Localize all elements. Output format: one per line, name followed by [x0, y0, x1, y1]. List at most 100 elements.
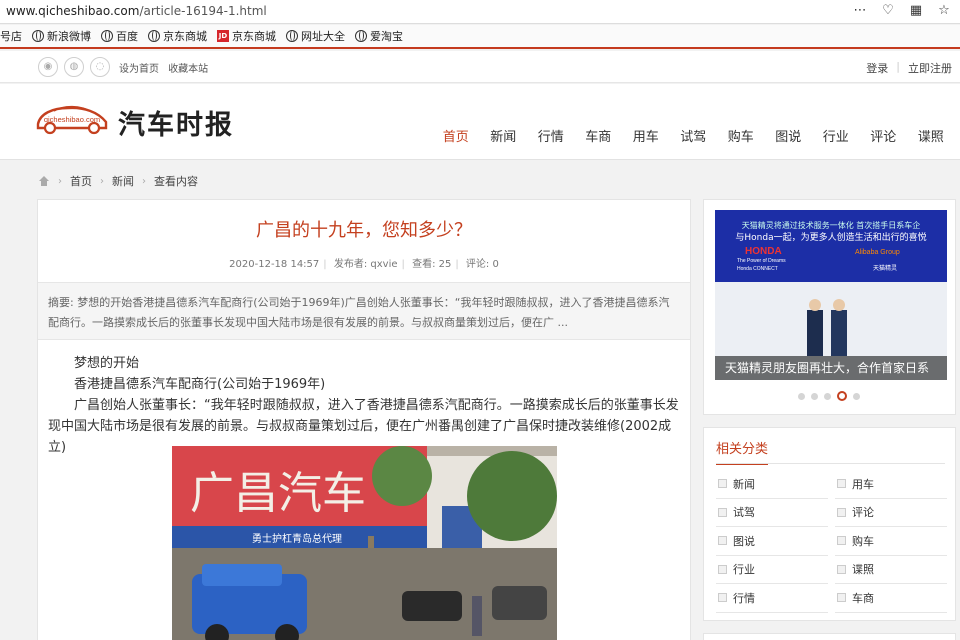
breadcrumb-home[interactable]: 首页	[70, 173, 92, 189]
bookmark-item[interactable]: JD 京东商城	[217, 28, 276, 44]
nav-item-photos[interactable]: 图说	[765, 126, 813, 145]
pocket-icon[interactable]: ♡	[880, 3, 896, 18]
nav-item-car-use[interactable]: 用车	[622, 126, 670, 145]
article-date: 2020-12-18 14:57	[229, 259, 320, 270]
social-links: ◉ ◍ ◌	[38, 57, 110, 77]
carousel-dot[interactable]	[798, 392, 805, 400]
qq-icon[interactable]: ◌	[90, 57, 110, 77]
bullet-icon	[837, 479, 846, 489]
related-categories: 相关分类 新闻 用车 试驾 评论 图说 购车 行业 谍照 行情 车商	[703, 427, 956, 621]
site-logo-text[interactable]: 汽车时报	[118, 103, 234, 142]
carousel-dot[interactable]	[824, 392, 831, 400]
article-comments[interactable]: 评论: 0	[466, 259, 499, 270]
bookmark-item[interactable]: 百度	[101, 28, 138, 44]
divider	[716, 463, 945, 464]
bookmark-item[interactable]: 爱淘宝	[355, 28, 403, 44]
nav-item-home[interactable]: 首页	[432, 126, 480, 145]
article-summary: 摘要: 梦想的开始香港捷昌德系汽车配商行(公司始于1969年)广昌创始人张董事长…	[38, 282, 690, 340]
bullet-icon	[718, 507, 727, 517]
category-item[interactable]: 谍照	[835, 556, 947, 584]
bookmark-item[interactable]: 京东商城	[148, 28, 207, 44]
globe-icon	[355, 30, 367, 42]
bullet-icon	[837, 564, 846, 574]
article-meta: 2020-12-18 14:57 | 发布者: qxvie | 查看: 25 | 评论…	[229, 259, 499, 270]
site-logo-car[interactable]: qicheshibao.com	[34, 102, 110, 136]
nav-item-test-drive[interactable]: 试驾	[670, 126, 718, 145]
article-title: 广昌的十九年，您知多少？	[256, 220, 472, 241]
carousel-dot-active[interactable]	[837, 391, 847, 401]
svg-text:勇士护杠青岛总代理: 勇士护杠青岛总代理	[252, 532, 342, 545]
site-topbar: ◉ ◍ ◌ 设为首页 收藏本站 登录 | 立即注册	[0, 51, 960, 83]
ad-image[interactable]: 天猫精灵将通过技术服务一体化 首次搭手日系车企 与Honda一起，为更多人创造生…	[715, 210, 947, 380]
breadcrumb-current: 查看内容	[154, 175, 198, 188]
category-item[interactable]: 图说	[716, 527, 828, 556]
breadcrumb-news[interactable]: 新闻	[112, 173, 134, 189]
bullet-icon	[718, 536, 727, 546]
article-author[interactable]: 发布者: qxvie	[334, 259, 398, 270]
car-logo-icon: qicheshibao.com	[36, 105, 108, 135]
category-item[interactable]: 行情	[716, 584, 828, 613]
star-icon[interactable]: ☆	[936, 3, 952, 18]
svg-text:Honda CONNECT: Honda CONNECT	[737, 266, 778, 272]
category-item[interactable]: 评论	[835, 499, 947, 527]
url-text[interactable]: www.qicheshibao.com/article-16194-1.html	[6, 4, 267, 18]
browser-address-bar[interactable]: www.qicheshibao.com/article-16194-1.html…	[0, 0, 960, 24]
category-item[interactable]: 新闻	[716, 470, 828, 499]
carousel-dot[interactable]	[853, 392, 860, 400]
bookmark-item[interactable]: 号店	[0, 28, 22, 44]
main-nav: 首页 新闻 行情 车商 用车 试驾 购车 图说 行业 评论 谍照	[432, 126, 955, 145]
auth-links: 登录 | 立即注册	[866, 60, 952, 76]
chevron-right-icon: ›	[142, 175, 146, 187]
chevron-right-icon: ›	[58, 175, 62, 187]
category-grid: 新闻 用车 试驾 评论 图说 购车 行业 谍照 行情 车商	[716, 470, 947, 613]
article-views: 查看: 25	[412, 259, 452, 270]
globe-icon	[101, 30, 113, 42]
svg-text:qicheshibao.com: qicheshibao.com	[44, 115, 100, 124]
bullet-icon	[718, 479, 727, 489]
bullet-icon	[837, 536, 846, 546]
category-item[interactable]: 试驾	[716, 499, 828, 527]
nav-item-buy[interactable]: 购车	[717, 126, 765, 145]
svg-text:HONDA: HONDA	[745, 246, 782, 257]
bookmarks-bar: 号店 新浪微博 百度 京东商城 JD 京东商城 网址大全 爱淘宝	[0, 25, 960, 49]
carousel-dot[interactable]	[811, 392, 818, 400]
weibo-icon[interactable]: ◉	[38, 57, 58, 77]
nav-item-market[interactable]: 行情	[527, 126, 575, 145]
nav-item-spy-photos[interactable]: 谍照	[907, 126, 955, 145]
wechat-icon[interactable]: ◍	[64, 57, 84, 77]
paragraph: 梦想的开始	[74, 356, 140, 371]
bullet-icon	[837, 507, 846, 517]
category-item[interactable]: 行业	[716, 556, 828, 584]
globe-icon	[286, 30, 298, 42]
sidebar-next-panel	[703, 633, 956, 640]
more-icon[interactable]: ⋯	[852, 3, 868, 18]
paragraph: 香港捷昌德系汽车配商行(公司始于1969年)	[74, 377, 326, 392]
qr-code-icon[interactable]: ▦	[908, 3, 924, 18]
svg-text:Alibaba Group: Alibaba Group	[855, 249, 900, 256]
nav-item-comments[interactable]: 评论	[860, 126, 908, 145]
nav-item-dealers[interactable]: 车商	[575, 126, 623, 145]
ad-caption: 天猫精灵朋友圈再壮大，合作首家日系	[715, 356, 947, 380]
sidebar-ad-carousel: 天猫精灵将通过技术服务一体化 首次搭手日系车企 与Honda一起，为更多人创造生…	[703, 199, 956, 415]
divider: |	[896, 60, 900, 73]
nav-item-news[interactable]: 新闻	[480, 126, 528, 145]
svg-text:天猫精灵: 天猫精灵	[873, 264, 897, 272]
breadcrumb: › 首页 › 新闻 › 查看内容	[38, 173, 198, 189]
browser-tools: ⋯ ♡ ▦ ☆	[852, 3, 952, 18]
carousel-dots	[798, 391, 860, 401]
category-item[interactable]: 车商	[835, 584, 947, 613]
login-link[interactable]: 登录	[866, 60, 888, 76]
category-item[interactable]: 用车	[835, 470, 947, 499]
nav-item-industry[interactable]: 行业	[812, 126, 860, 145]
category-item[interactable]: 购车	[835, 527, 947, 556]
bookmark-item[interactable]: 网址大全	[286, 28, 345, 44]
category-title: 相关分类	[716, 438, 769, 465]
bookmark-site-link[interactable]: 收藏本站	[168, 64, 208, 75]
register-link[interactable]: 立即注册	[908, 60, 952, 76]
bookmark-item[interactable]: 新浪微博	[32, 28, 91, 44]
set-home-link[interactable]: 设为首页	[119, 64, 159, 75]
chevron-right-icon: ›	[100, 175, 104, 187]
top-links: 设为首页 收藏本站	[119, 60, 214, 75]
home-icon[interactable]	[38, 176, 50, 186]
svg-text:广昌汽车: 广昌汽车	[190, 468, 366, 519]
